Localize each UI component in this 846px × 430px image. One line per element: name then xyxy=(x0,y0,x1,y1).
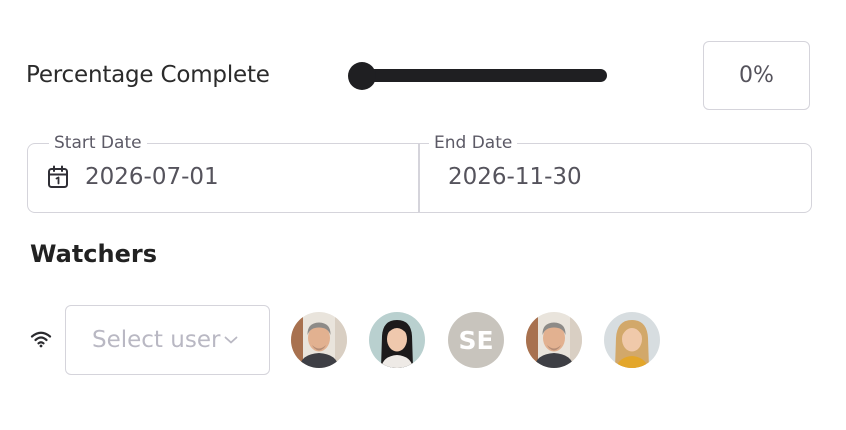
progress-slider-track[interactable] xyxy=(354,69,607,82)
calendar-icon xyxy=(48,165,68,188)
select-user-dropdown[interactable]: Select user xyxy=(65,305,270,375)
progress-label: Percentage Complete xyxy=(26,62,270,88)
watcher-avatar-5[interactable] xyxy=(604,312,660,368)
chevron-down-icon xyxy=(225,336,238,344)
progress-slider-thumb[interactable] xyxy=(348,62,376,90)
watcher-avatar-3[interactable]: SE xyxy=(448,312,504,368)
woman-dark-hair-avatar-icon xyxy=(369,312,425,368)
date-range-field[interactable]: Start Date End Date 2026-07-01 2026-11-3… xyxy=(27,133,812,213)
man-gray-hair-avatar-icon xyxy=(526,312,582,368)
watcher-avatar-4[interactable] xyxy=(526,312,582,368)
end-date-label: End Date xyxy=(429,133,518,153)
watchers-heading: Watchers xyxy=(30,240,157,268)
watcher-avatar-1[interactable] xyxy=(291,312,347,368)
percent-input[interactable]: 0% xyxy=(703,41,810,110)
end-date-input[interactable]: 2026-11-30 xyxy=(448,164,582,190)
start-date-label: Start Date xyxy=(49,133,147,153)
man-gray-hair-avatar-icon xyxy=(291,312,347,368)
watcher-avatar-2[interactable] xyxy=(369,312,425,368)
date-divider xyxy=(418,144,420,212)
start-date-input[interactable]: 2026-07-01 xyxy=(85,164,219,190)
select-user-placeholder: Select user xyxy=(92,327,221,353)
woman-blonde-hair-avatar-icon xyxy=(604,312,660,368)
wifi-icon xyxy=(30,331,52,348)
